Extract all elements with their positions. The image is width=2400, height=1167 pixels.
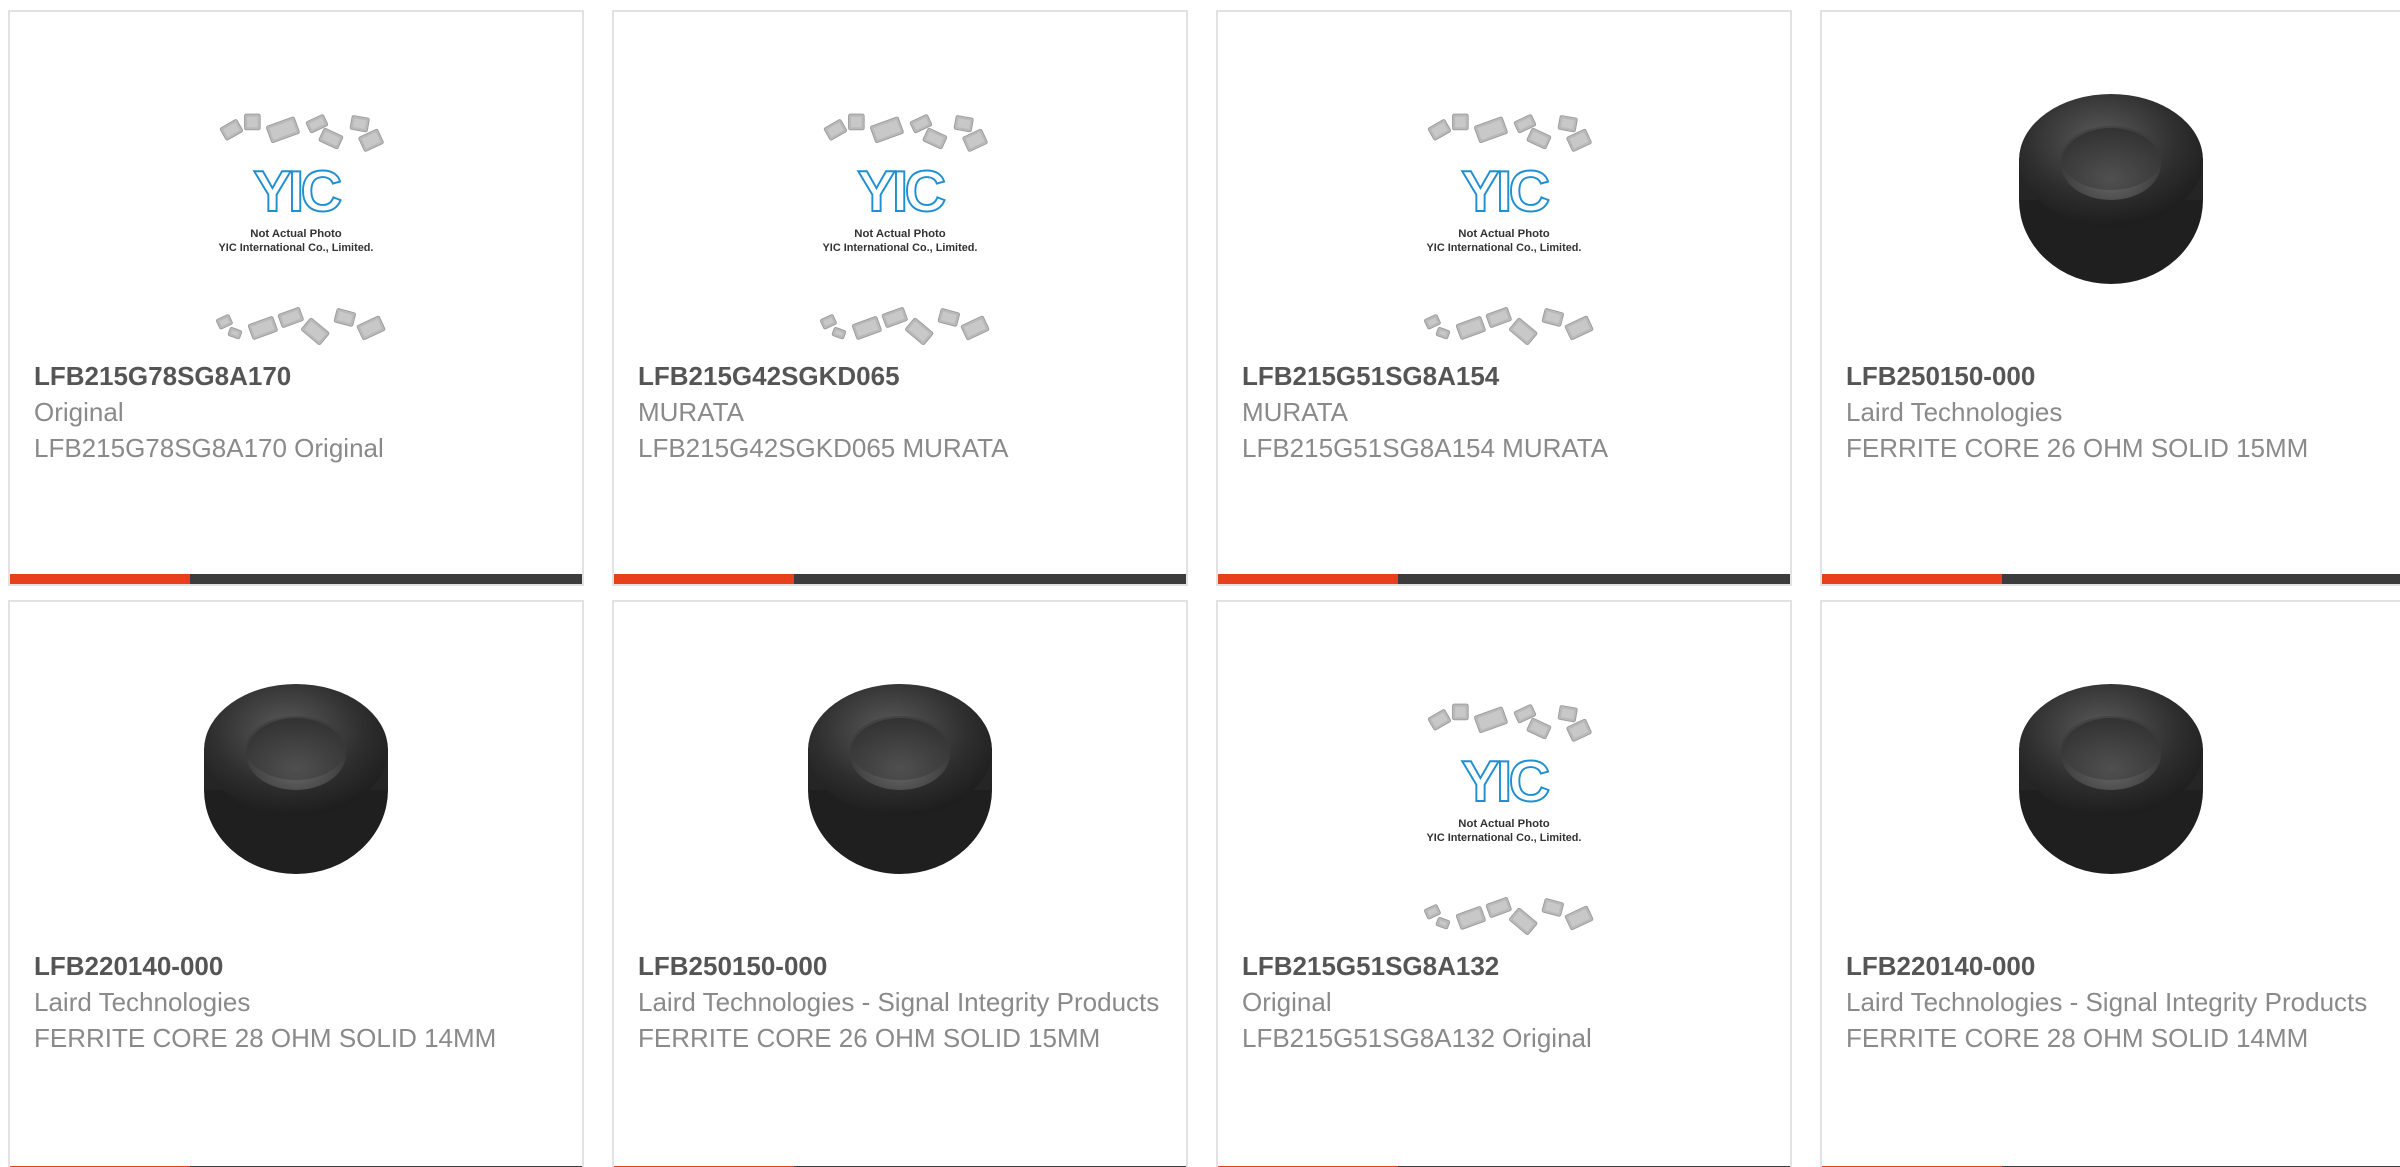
card-bottom-bar [1218,574,1790,584]
part-number[interactable]: LFB215G78SG8A170 [34,358,558,394]
product-card[interactable]: YIC Not Actual Photo YIC International C… [8,10,584,586]
manufacturer: Original [1242,987,1332,1017]
card-accent [10,574,190,584]
ferrite-core-graphic [2019,94,2203,284]
product-card[interactable]: YIC Not Actual Photo YIC International C… [1216,600,1792,1167]
card-accent [1822,574,2002,584]
product-image[interactable]: YIC Not Actual Photo YIC International C… [1218,698,1790,958]
product-image[interactable] [614,678,1186,938]
product-info: LFB215G51SG8A132 Original LFB215G51SG8A1… [1242,948,1766,1056]
placeholder-line2: YIC International Co., Limited. [1427,832,1582,844]
card-accent [614,574,794,584]
product-card[interactable]: LFB220140-000 Laird Technologies FERRITE… [8,600,584,1167]
product-card[interactable]: LFB250150-000 Laird Technologies FERRITE… [1820,10,2400,586]
manufacturer: Laird Technologies [34,987,251,1017]
brand-mark: YIC [857,160,945,224]
product-image[interactable] [1822,88,2400,348]
brand-mark: YIC [253,160,341,224]
placeholder-line1: Not Actual Photo [1458,818,1550,830]
part-number[interactable]: LFB215G51SG8A132 [1242,948,1766,984]
not-actual-photo-graphic: YIC Not Actual Photo YIC International C… [216,113,386,346]
product-card[interactable]: YIC Not Actual Photo YIC International C… [1216,10,1792,586]
brand-mark: YIC [1461,160,1549,224]
description: FERRITE CORE 26 OHM SOLID 15MM [638,1023,1101,1053]
brand-mark: YIC [1461,750,1549,814]
product-grid: YIC Not Actual Photo YIC International C… [0,0,2400,1167]
card-bottom-bar [1822,574,2400,584]
ferrite-core-graphic [2019,684,2203,874]
description: LFB215G51SG8A154 MURATA [1242,433,1609,463]
placeholder-line1: Not Actual Photo [854,228,946,240]
part-number[interactable]: LFB250150-000 [638,948,1162,984]
product-image[interactable]: YIC Not Actual Photo YIC International C… [1218,108,1790,368]
not-actual-photo-graphic: YIC Not Actual Photo YIC International C… [1424,113,1594,346]
placeholder-line2: YIC International Co., Limited. [1427,242,1582,254]
part-number[interactable]: LFB215G42SGKD065 [638,358,1162,394]
description: LFB215G42SGKD065 MURATA [638,433,1009,463]
manufacturer: Laird Technologies [1846,397,2063,427]
product-info: LFB215G42SGKD065 MURATA LFB215G42SGKD065… [638,358,1162,466]
manufacturer: Original [34,397,124,427]
manufacturer: Laird Technologies - Signal Integrity Pr… [638,987,1160,1017]
placeholder-line1: Not Actual Photo [250,228,342,240]
product-image[interactable] [1822,678,2400,938]
description: FERRITE CORE 28 OHM SOLID 14MM [34,1023,497,1053]
ferrite-core-graphic [808,684,992,874]
description: FERRITE CORE 26 OHM SOLID 15MM [1846,433,2309,463]
product-card[interactable]: LFB250150-000 Laird Technologies - Signa… [612,600,1188,1167]
product-card[interactable]: LFB220140-000 Laird Technologies - Signa… [1820,600,2400,1167]
placeholder-line2: YIC International Co., Limited. [219,242,374,254]
product-info: LFB220140-000 Laird Technologies FERRITE… [34,948,558,1056]
placeholder-line2: YIC International Co., Limited. [823,242,978,254]
product-image[interactable]: YIC Not Actual Photo YIC International C… [614,108,1186,368]
not-actual-photo-graphic: YIC Not Actual Photo YIC International C… [1424,703,1594,936]
product-card[interactable]: YIC Not Actual Photo YIC International C… [612,10,1188,586]
part-number[interactable]: LFB215G51SG8A154 [1242,358,1766,394]
manufacturer: MURATA [638,397,744,427]
product-info: LFB250150-000 Laird Technologies - Signa… [638,948,1162,1056]
placeholder-line1: Not Actual Photo [1458,228,1550,240]
card-accent [1218,574,1398,584]
product-info: LFB215G78SG8A170 Original LFB215G78SG8A1… [34,358,558,466]
card-bottom-bar [614,574,1186,584]
manufacturer: MURATA [1242,397,1348,427]
part-number[interactable]: LFB250150-000 [1846,358,2376,394]
product-info: LFB215G51SG8A154 MURATA LFB215G51SG8A154… [1242,358,1766,466]
description: LFB215G78SG8A170 Original [34,433,384,463]
card-bottom-bar [10,574,582,584]
product-image[interactable]: YIC Not Actual Photo YIC International C… [10,108,582,368]
manufacturer: Laird Technologies - Signal Integrity Pr… [1846,987,2368,1017]
ferrite-core-graphic [204,684,388,874]
description: FERRITE CORE 28 OHM SOLID 14MM [1846,1023,2309,1053]
product-info: LFB250150-000 Laird Technologies FERRITE… [1846,358,2376,466]
part-number[interactable]: LFB220140-000 [34,948,558,984]
product-image[interactable] [10,678,582,938]
product-info: LFB220140-000 Laird Technologies - Signa… [1846,948,2376,1056]
description: LFB215G51SG8A132 Original [1242,1023,1592,1053]
not-actual-photo-graphic: YIC Not Actual Photo YIC International C… [820,113,990,346]
part-number[interactable]: LFB220140-000 [1846,948,2376,984]
